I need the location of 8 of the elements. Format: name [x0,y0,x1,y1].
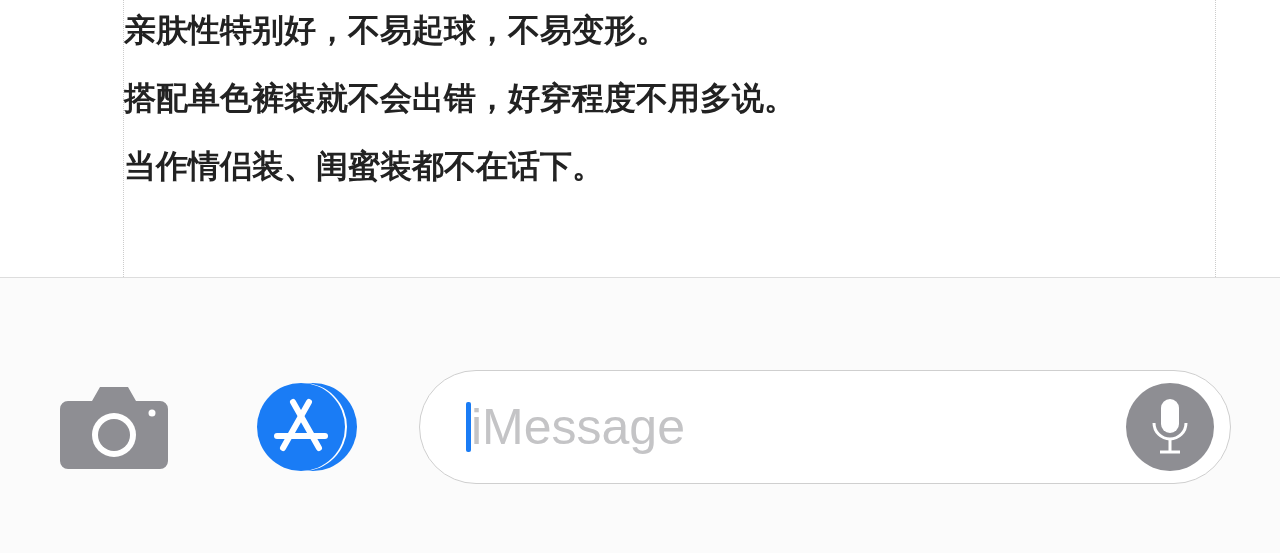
microphone-icon [1150,396,1190,457]
description-line: 亲肤性特别好，不易起球，不易变形。 [124,12,669,48]
description-line: 当作情侣装、闺蜜装都不在话下。 [124,148,605,184]
microphone-button[interactable] [1126,382,1214,471]
message-field[interactable]: iMessage [419,369,1231,484]
description-line: 搭配单色裤装就不会出错，好穿程度不用多说。 [124,80,797,116]
camera-icon[interactable] [60,384,168,469]
message-input[interactable]: iMessage [471,397,1114,456]
